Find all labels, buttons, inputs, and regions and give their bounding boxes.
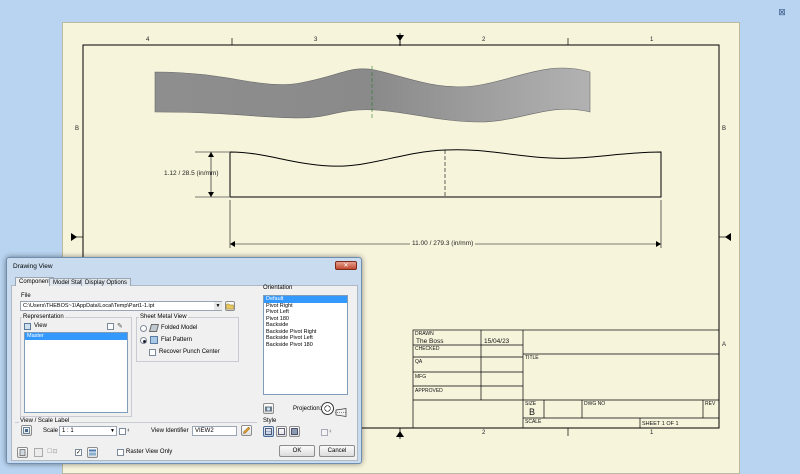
style-from-base-icon: ◐ xyxy=(329,428,334,435)
recover-punch-checkbox[interactable] xyxy=(149,349,156,356)
style-hidden-line-removed-button[interactable] xyxy=(276,426,287,437)
zone-letter-left-b: B xyxy=(75,126,80,132)
left-center-arrow-icon xyxy=(71,233,77,241)
view-rep-list[interactable]: Master xyxy=(24,332,128,413)
tb-drawn-name: The Boss xyxy=(416,338,444,345)
zone-number-top-1: 1 xyxy=(650,37,654,43)
tb-approved-label: APPROVED xyxy=(415,388,443,394)
third-angle-projection-icon[interactable] xyxy=(335,404,347,417)
file-dropdown-arrow-icon[interactable]: ▼ xyxy=(214,302,222,310)
edit-model-icon[interactable] xyxy=(34,448,43,457)
first-angle-projection-icon[interactable] xyxy=(321,402,334,415)
tb-checked-label: CHECKED xyxy=(415,346,440,352)
view-identifier-input[interactable]: VIEW2 xyxy=(192,426,237,436)
view-scale-label: View / Scale Label xyxy=(19,418,71,424)
raster-view-label: Raster View Only xyxy=(126,449,173,455)
scale-label: Scale xyxy=(43,428,59,434)
tb-rev-label: REV xyxy=(705,401,716,407)
folded-model-label: Folded Model xyxy=(161,325,198,331)
view-identifier-label: View Identifier xyxy=(151,428,189,434)
tb-drawn-date: 15/04/23 xyxy=(484,338,510,345)
view-rep-icon xyxy=(24,323,31,330)
tb-qa-label: QA xyxy=(415,359,423,365)
title-block-lines xyxy=(412,329,720,429)
zone-number-top-4: 4 xyxy=(146,37,150,43)
orientation-item[interactable]: Backside Pivot 180 xyxy=(264,342,347,349)
folder-icon xyxy=(226,303,234,310)
dialog-close-button[interactable]: ✕ xyxy=(335,261,357,270)
cone-projection-icon xyxy=(335,408,347,417)
custom-view-button[interactable] xyxy=(263,403,274,414)
style-shaded-button[interactable] xyxy=(289,426,300,437)
style-label: Style xyxy=(263,418,277,424)
tb-sheet-label: SHEET 1 OF 1 xyxy=(642,421,679,427)
hidden-line-icon xyxy=(265,428,272,435)
right-center-arrow-icon xyxy=(725,233,731,241)
pencil-icon xyxy=(243,426,251,434)
zone-number-bottom-1: 1 xyxy=(650,430,654,436)
drawing-view-dialog: Drawing View ✕ Component Model State Dis… xyxy=(6,257,362,464)
view-rep-label: View xyxy=(34,323,47,329)
zone-number-top-2: 2 xyxy=(482,37,486,43)
orientation-label: Orientation xyxy=(263,285,293,291)
scale-dropdown-arrow-icon[interactable]: ▼ xyxy=(109,427,116,435)
options-icon xyxy=(89,449,96,456)
open-file-button[interactable] xyxy=(225,301,235,311)
recover-punch-label: Recover Punch Center xyxy=(159,349,220,355)
projection-label: Projection: xyxy=(293,406,322,412)
hidden-line-removed-icon xyxy=(278,428,285,435)
scale-visibility-checkbox[interactable] xyxy=(119,428,126,435)
zone-number-top-3: 3 xyxy=(314,37,318,43)
style-hidden-line-button[interactable] xyxy=(263,426,274,437)
flat-pattern-label: Flat Pattern xyxy=(161,337,193,343)
camera-icon xyxy=(265,406,272,412)
view-rep-item-master[interactable]: Master xyxy=(25,333,127,340)
view-rep-checkbox[interactable] xyxy=(107,323,114,330)
scale-from-base-button[interactable] xyxy=(21,425,32,436)
tb-size-value: B xyxy=(529,407,536,417)
flat-pattern-radio[interactable] xyxy=(140,337,147,344)
options-button[interactable] xyxy=(87,447,98,458)
ok-button[interactable]: OK xyxy=(279,445,315,457)
cancel-button[interactable]: Cancel xyxy=(319,445,355,457)
raster-view-checkbox[interactable] xyxy=(117,449,124,456)
tab-display-options[interactable]: Display Options xyxy=(81,278,132,286)
folded-radio[interactable] xyxy=(140,325,147,332)
scale-icon xyxy=(23,427,30,434)
scale-visibility-icon: ◐ xyxy=(127,427,132,434)
tb-drawn-label: DRAWN xyxy=(415,331,434,337)
tb-scale-label: SCALE xyxy=(525,419,542,425)
edit-rep-icon[interactable]: ✎ xyxy=(117,322,126,331)
zone-letter-right-b: B xyxy=(722,126,727,132)
bottom-checkbox[interactable]: ✓ xyxy=(75,449,82,456)
app-close-icon[interactable]: ⊠ xyxy=(775,6,789,18)
zone-number-bottom-2: 2 xyxy=(482,430,486,436)
height-dimension-text[interactable]: 1.12 / 28.5 (in/mm) xyxy=(164,170,219,177)
associative-icon[interactable]: ☐⊡ xyxy=(47,448,65,457)
help-book-icon xyxy=(19,449,26,456)
tb-title-label: TITLE xyxy=(525,355,539,361)
help-button[interactable] xyxy=(17,447,28,458)
flat-pattern-icon xyxy=(150,336,158,344)
representation-label: Representation xyxy=(22,314,65,320)
tb-dwg-no-label: DWG NO xyxy=(584,401,606,407)
tb-mfg-label: MFG xyxy=(415,374,427,380)
width-dimension-text[interactable]: 11.00 / 279.3 (in/mm) xyxy=(410,240,476,247)
style-from-base-checkbox[interactable] xyxy=(321,429,328,436)
dialog-title: Drawing View xyxy=(13,263,53,270)
file-label: File xyxy=(21,293,31,299)
zone-letter-right-a: A xyxy=(722,342,727,348)
shaded-part-view xyxy=(154,67,591,123)
orientation-list[interactable]: Default Pivot Right Pivot Left Pivot 180… xyxy=(263,295,348,395)
shaded-icon xyxy=(291,428,298,435)
sheet-metal-label: Sheet Metal View xyxy=(139,314,188,320)
edit-view-label-button[interactable] xyxy=(241,425,252,436)
flat-pattern-outline xyxy=(229,149,662,198)
file-path-combo[interactable]: C:\Users\THEBOS~1\AppData\Local\Temp\Par… xyxy=(20,301,222,311)
